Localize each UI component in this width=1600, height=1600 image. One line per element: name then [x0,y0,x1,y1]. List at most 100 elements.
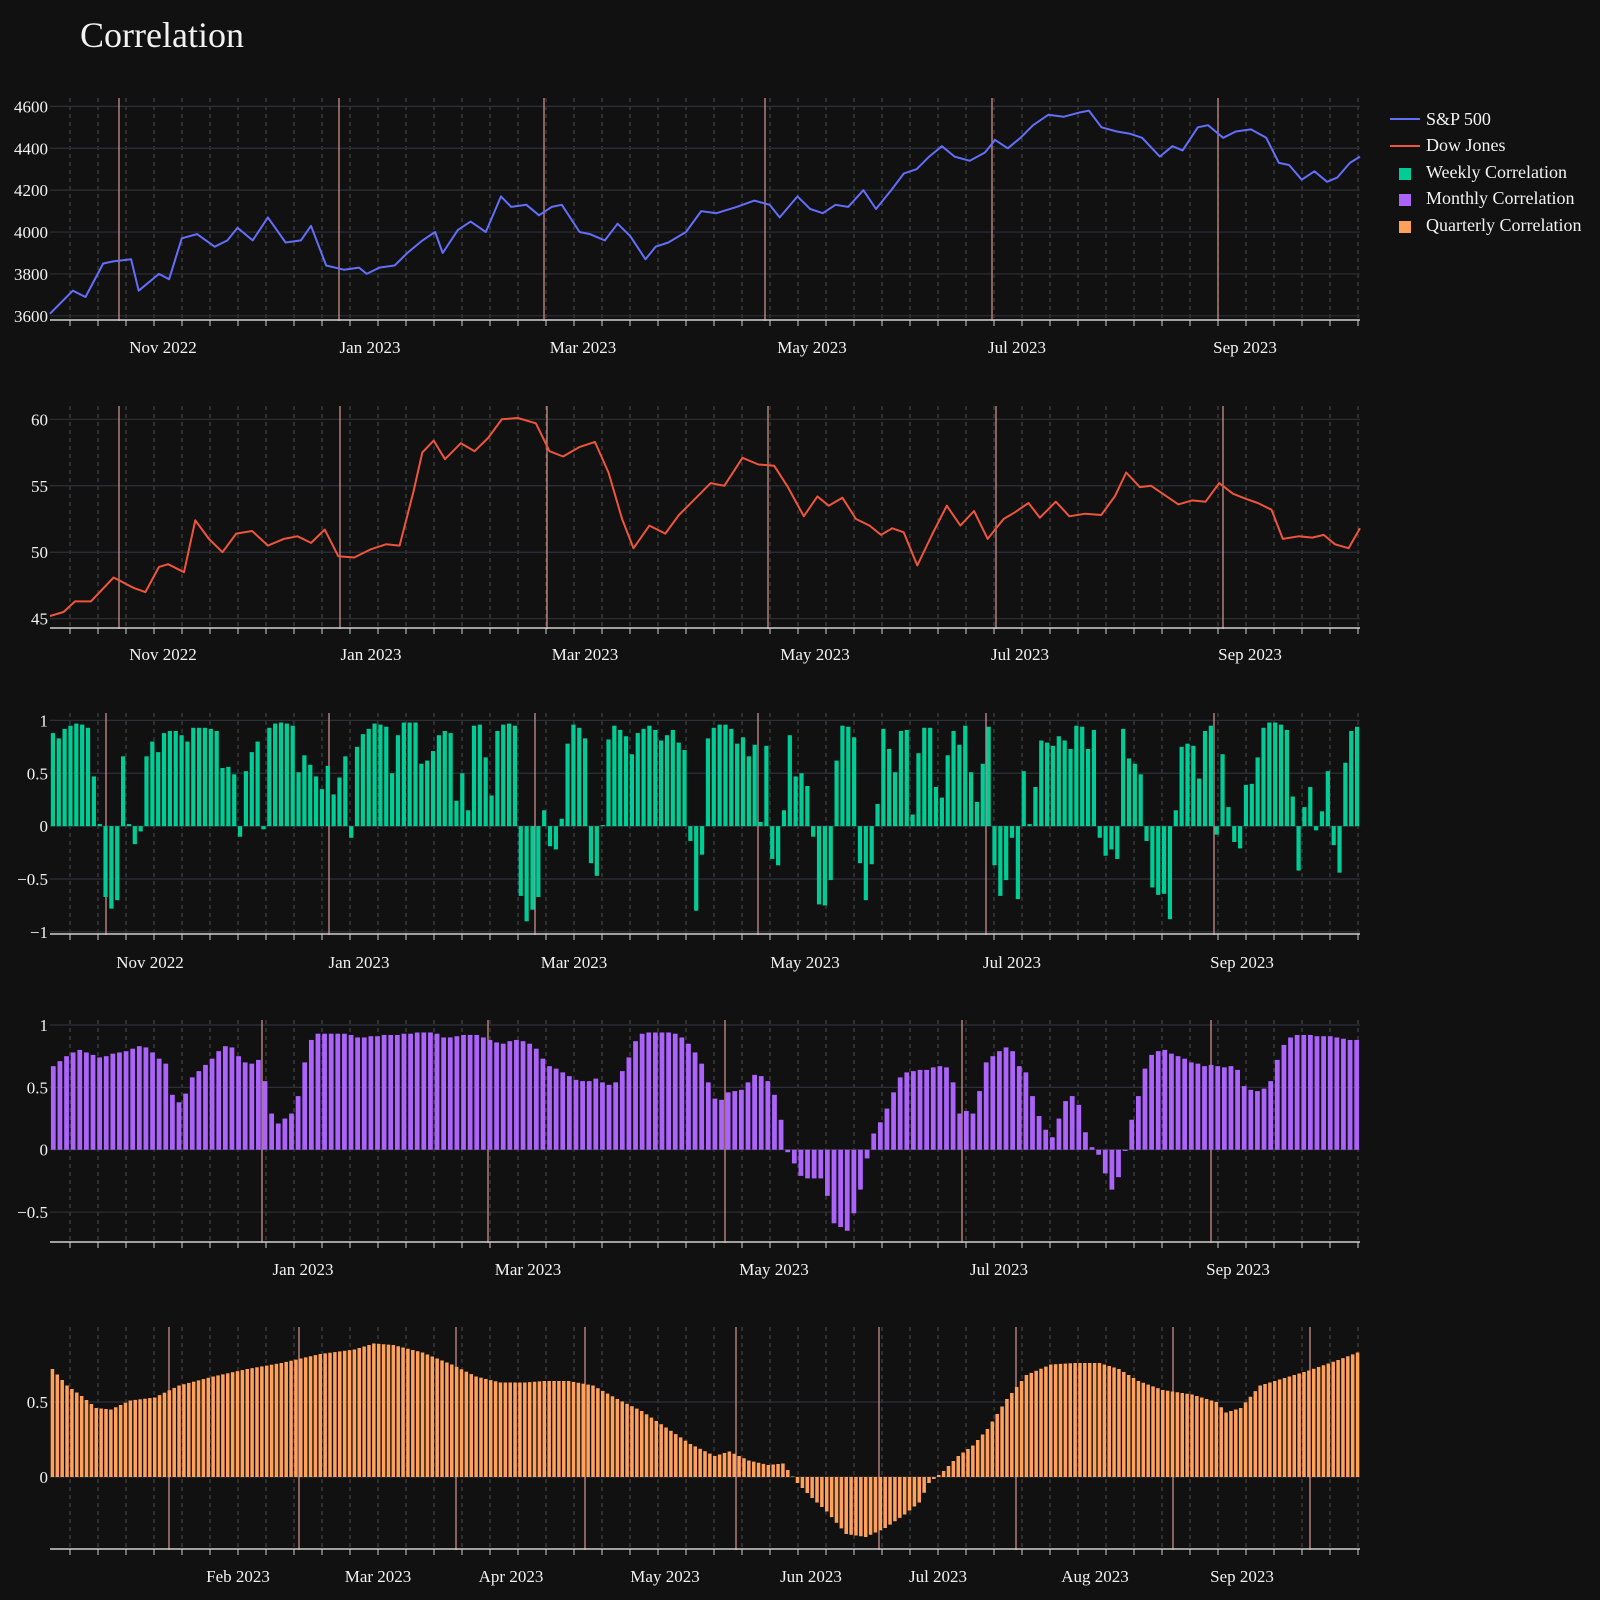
bar [1228,1066,1234,1150]
bar [1319,811,1325,827]
bar [396,1346,400,1477]
bar [425,1354,430,1477]
bar [600,825,605,827]
bar [828,826,833,881]
bar [94,1408,99,1477]
bar [318,1354,323,1477]
bar [197,727,202,827]
bar [467,1034,473,1150]
bar [1185,1393,1189,1477]
bar [902,1477,907,1515]
legend-item-quarterly[interactable]: Quarterly Correlation [1390,212,1581,239]
bar [630,1406,634,1477]
bar [990,1056,996,1150]
bar [121,756,126,827]
bar [1078,1363,1082,1477]
bar [513,1382,517,1477]
bar [635,733,640,827]
bar [1301,1034,1307,1150]
bar [299,1358,303,1477]
bar [1068,1363,1072,1477]
bar [1073,1363,1077,1477]
panel-3: 1 0.5 0 −0.5 −1 Nov 2022 Jan 2023 Mar 2023 May 2… [17,711,1360,972]
bar [566,1076,572,1150]
bar [852,737,857,827]
bar [325,765,330,827]
bar [249,1063,255,1150]
bar [606,739,611,827]
legend-item-monthly[interactable]: Monthly Correlation [1390,186,1581,213]
bar [487,1039,493,1150]
legend-item-weekly[interactable]: Weekly Correlation [1390,159,1581,186]
bar [1243,1402,1248,1478]
bar [612,725,617,827]
bar [136,1046,142,1150]
bar [1170,1391,1175,1477]
bar [1076,1104,1082,1150]
vertical-gridlines [69,406,1359,628]
bar [68,725,73,827]
bar [518,826,523,896]
bar [514,1039,519,1150]
bar [74,723,79,827]
bar [1349,730,1354,827]
bar [1016,1066,1022,1150]
bar [974,801,980,827]
legend-item-dow-jones[interactable]: Dow Jones [1390,133,1581,160]
bar [97,1057,102,1150]
bar [1208,1064,1214,1150]
bar [352,1349,357,1477]
bar [1224,1412,1228,1477]
bar [1316,1367,1321,1477]
bar [362,1346,366,1477]
bar [593,1078,599,1150]
bar [1175,1056,1181,1150]
bar [1161,826,1167,894]
bar [348,1034,354,1150]
bar [483,757,488,827]
bar [1314,826,1319,831]
bar [1261,1088,1267,1150]
x-tick-label: Feb 2023 [206,1567,270,1586]
bar [378,724,383,827]
bar [606,1084,612,1150]
bar [930,1067,936,1150]
bar [342,1033,347,1150]
bar [559,818,564,827]
bar [1023,1072,1029,1150]
bar [85,727,91,827]
bar [436,735,442,827]
bar [1232,826,1237,842]
bar [682,750,687,827]
bar [703,1451,707,1477]
bar [388,1034,394,1150]
bar [1102,1149,1108,1174]
bar [729,728,734,827]
bar [647,725,652,827]
bar [1235,1069,1240,1150]
bar [922,727,927,827]
legend-item-sp500[interactable]: S&P 500 [1390,106,1581,133]
bar [394,1034,400,1150]
bar [566,1381,571,1477]
bar [891,1092,896,1150]
bar [1097,1363,1102,1477]
bar [176,1102,182,1150]
bar [208,728,213,827]
bar [725,1092,731,1150]
bar [333,1352,337,1477]
bar [450,1364,454,1477]
bar [623,736,629,827]
bar [150,1052,155,1150]
bar [1185,743,1190,827]
bar [150,741,155,827]
bar [349,826,354,838]
bar [441,1037,447,1150]
bar [430,751,436,827]
bar [881,728,886,827]
bar [1326,1363,1331,1477]
bar [699,826,705,855]
bar [143,1398,147,1477]
bar [381,1034,387,1150]
bar [1208,725,1213,827]
